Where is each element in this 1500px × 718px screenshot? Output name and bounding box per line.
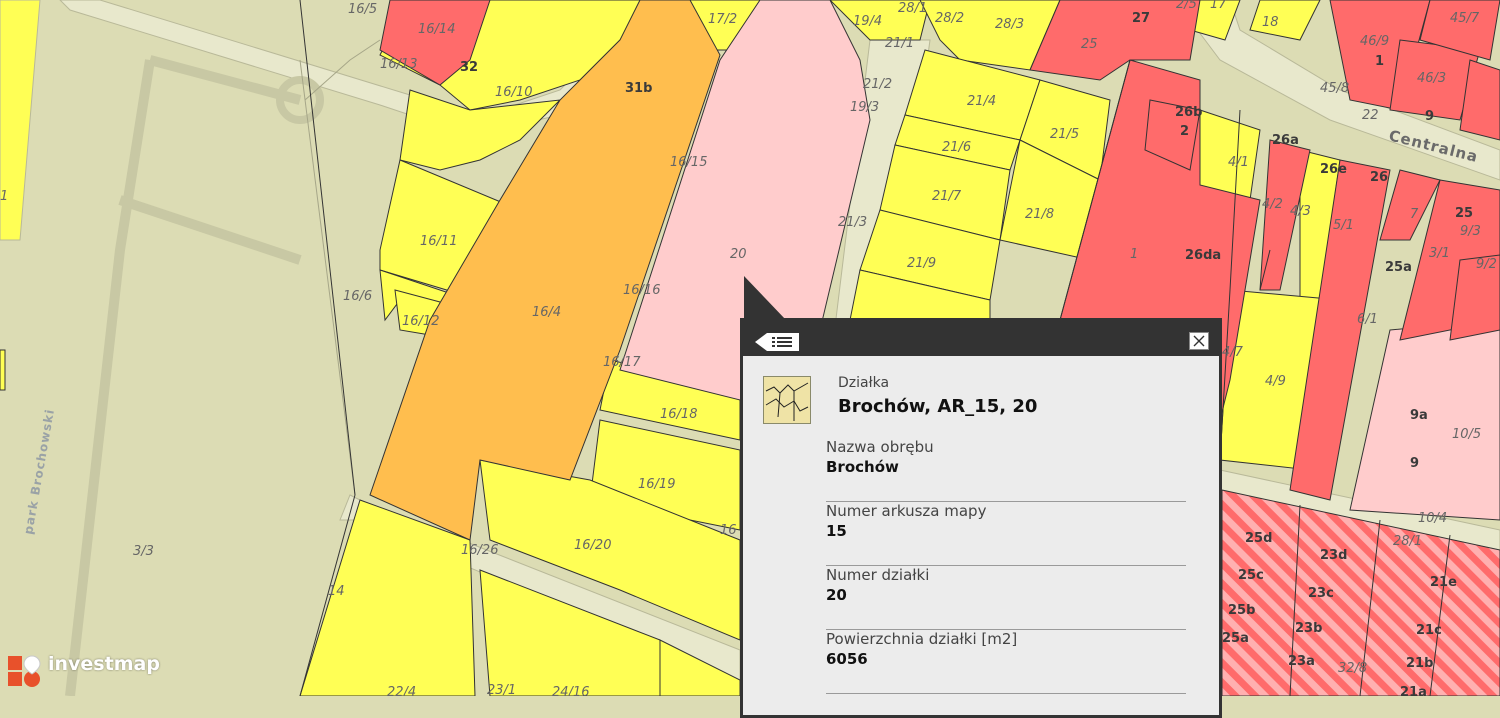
popup-pointer: [744, 276, 786, 320]
attribute-label: Numer arkusza mapy: [826, 502, 987, 520]
attribute-value: Brochów: [826, 458, 899, 476]
attribute-label: Powierzchnia działki [m2]: [826, 630, 1018, 648]
popup-body: Działka Brochów, AR_15, 20 Nazwa obrębu …: [743, 356, 1219, 715]
attribute-row: Nazwa obrębu Brochów: [826, 438, 1186, 502]
feature-info-popup: Działka Brochów, AR_15, 20 Nazwa obrębu …: [740, 318, 1222, 718]
attribute-label: Numer działki: [826, 566, 930, 584]
attribute-value: 15: [826, 522, 847, 540]
attribute-row: Numer arkusza mapy 15: [826, 502, 1186, 566]
brand-name: investmap: [48, 653, 160, 675]
attribute-value: 20: [826, 586, 847, 604]
attribute-row: Numer działki 20: [826, 566, 1186, 630]
close-icon: [1193, 335, 1205, 347]
feature-list-button[interactable]: [755, 332, 799, 352]
list-icon: [755, 333, 799, 351]
attribute-row: Powierzchnia działki [m2] 6056: [826, 630, 1186, 694]
feature-title: Brochów, AR_15, 20: [838, 396, 1038, 417]
feature-type-label: Działka: [838, 375, 890, 391]
investmap-logo-icon: [8, 655, 41, 687]
popup-close-button[interactable]: [1189, 332, 1209, 350]
popup-header: [743, 318, 1219, 356]
parcel-map-icon: [763, 376, 811, 424]
attribute-label: Nazwa obrębu: [826, 438, 934, 456]
attribute-value: 6056: [826, 650, 868, 668]
